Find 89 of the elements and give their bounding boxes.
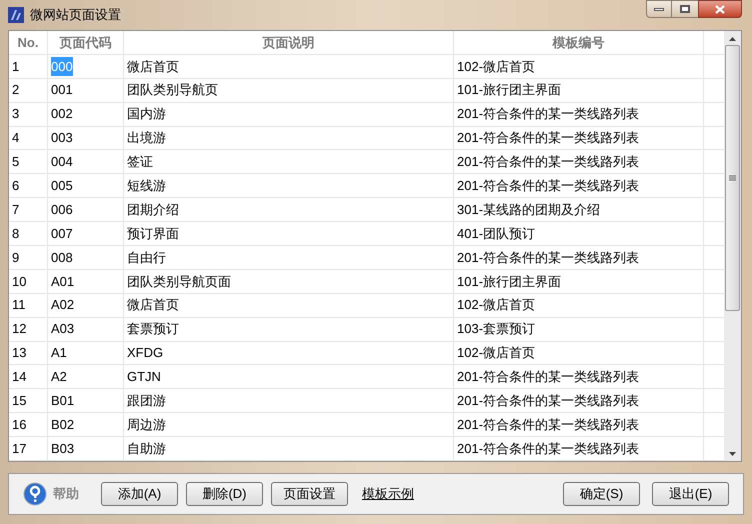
table-cell: 7	[9, 198, 48, 222]
table-cell: 401-团队预订	[454, 222, 704, 246]
table-cell[interactable]: A1	[51, 343, 67, 363]
table-cell[interactable]: A01	[51, 272, 74, 292]
table-cell: 8	[9, 222, 48, 246]
table-cell[interactable]: 005	[51, 176, 73, 196]
table-cell: 6	[9, 174, 48, 198]
table-cell: 预订界面	[124, 222, 454, 246]
table-cell[interactable]: A03	[51, 319, 74, 339]
table-cell[interactable]: 007	[51, 224, 73, 244]
table-cell[interactable]: 008	[51, 248, 73, 268]
table-cell: 201-符合条件的某一类线路列表	[454, 174, 704, 198]
table-cell: 102-微店首页	[454, 342, 704, 364]
action-button[interactable]: 删除(D)	[186, 482, 263, 506]
action-button[interactable]: 添加(A)	[101, 482, 178, 506]
table-cell: 201-符合条件的某一类线路列表	[454, 389, 704, 412]
table-cell: 9	[9, 246, 48, 269]
table-cell: 出境游	[124, 126, 454, 150]
app-logo-icon	[8, 7, 24, 23]
table-cell: 自由行	[124, 246, 454, 269]
table-cell: 签证	[124, 150, 454, 174]
column-header: 页面说明	[124, 31, 454, 54]
table-cell: 国内游	[124, 102, 454, 126]
table-cell[interactable]: B02	[51, 414, 74, 434]
maximize-button[interactable]	[672, 0, 698, 18]
scroll-up-arrow-icon[interactable]	[729, 37, 736, 41]
dialog-button[interactable]: 确定(S)	[563, 482, 640, 506]
table-cell: 201-符合条件的某一类线路列表	[454, 437, 704, 460]
column-header: 模板编号	[454, 31, 704, 54]
table-cell: 微店首页	[124, 54, 454, 78]
vertical-scrollbar[interactable]	[724, 31, 741, 461]
action-button[interactable]: 页面设置	[271, 482, 348, 506]
table-cell: 12	[9, 318, 48, 341]
table-cell[interactable]: 001	[51, 80, 73, 100]
table-cell: 301-某线路的团期及介绍	[454, 198, 704, 222]
table-cell: 团期介绍	[124, 198, 454, 222]
table-cell: GTJN	[124, 365, 454, 388]
table-cell: 101-旅行团主界面	[454, 78, 704, 102]
table-cell[interactable]: 002	[51, 104, 73, 124]
table-cell: 14	[9, 365, 48, 388]
scrollbar-thumb[interactable]	[725, 45, 740, 311]
table-cell: 5	[9, 150, 48, 174]
table-cell: 10	[9, 270, 48, 293]
table-cell[interactable]: 004	[51, 152, 73, 172]
scroll-down-arrow-icon[interactable]	[729, 452, 736, 456]
table-cell: 跟团游	[124, 389, 454, 412]
table-cell: 101-旅行团主界面	[454, 270, 704, 293]
table-cell: 13	[9, 342, 48, 364]
table-cell: 16	[9, 413, 48, 436]
table-cell: 102-微店首页	[454, 54, 704, 78]
table-cell: 团队类别导航页面	[124, 270, 454, 293]
column-header: 页面代码	[48, 31, 124, 54]
table-cell: XFDG	[124, 342, 454, 364]
table-cell[interactable]: 003	[51, 128, 73, 148]
grip-icon	[729, 174, 736, 182]
table-cell: 11	[9, 294, 48, 317]
table-cell: 套票预订	[124, 318, 454, 341]
table-cell: 201-符合条件的某一类线路列表	[454, 126, 704, 150]
dialog-button[interactable]: 退出(E)	[652, 482, 729, 506]
close-button[interactable]	[698, 0, 742, 18]
table-cell: 102-微店首页	[454, 294, 704, 317]
table-cell: 2	[9, 78, 48, 102]
table-cell: 15	[9, 389, 48, 412]
table-cell: 201-符合条件的某一类线路列表	[454, 150, 704, 174]
table-cell: 4	[9, 126, 48, 150]
table-cell[interactable]: A2	[51, 367, 67, 387]
table-cell: 短线游	[124, 174, 454, 198]
table-cell: 201-符合条件的某一类线路列表	[454, 413, 704, 436]
template-example-link[interactable]: 模板示例	[362, 484, 414, 504]
table-cell: 201-符合条件的某一类线路列表	[454, 102, 704, 126]
table-cell: 201-符合条件的某一类线路列表	[454, 365, 704, 388]
table-cell[interactable]: A02	[51, 295, 74, 315]
table-cell: 201-符合条件的某一类线路列表	[454, 246, 704, 269]
help-icon[interactable]	[23, 482, 47, 506]
minimize-button[interactable]	[646, 0, 672, 18]
table-cell: 1	[9, 54, 48, 78]
table-cell: 103-套票预订	[454, 318, 704, 341]
table-cell[interactable]: B03	[51, 438, 74, 458]
table-cell[interactable]: B01	[51, 391, 74, 411]
table-cell: 团队类别导航页	[124, 78, 454, 102]
close-icon	[715, 4, 725, 14]
table-cell: 自助游	[124, 437, 454, 460]
window-title: 微网站页面设置	[30, 6, 121, 24]
column-header: No.	[9, 31, 48, 54]
table-cell: 周边游	[124, 413, 454, 436]
table-cell: 3	[9, 102, 48, 126]
table-cell: 17	[9, 437, 48, 460]
table-cell: 微店首页	[124, 294, 454, 317]
table-cell[interactable]: 006	[51, 200, 73, 220]
